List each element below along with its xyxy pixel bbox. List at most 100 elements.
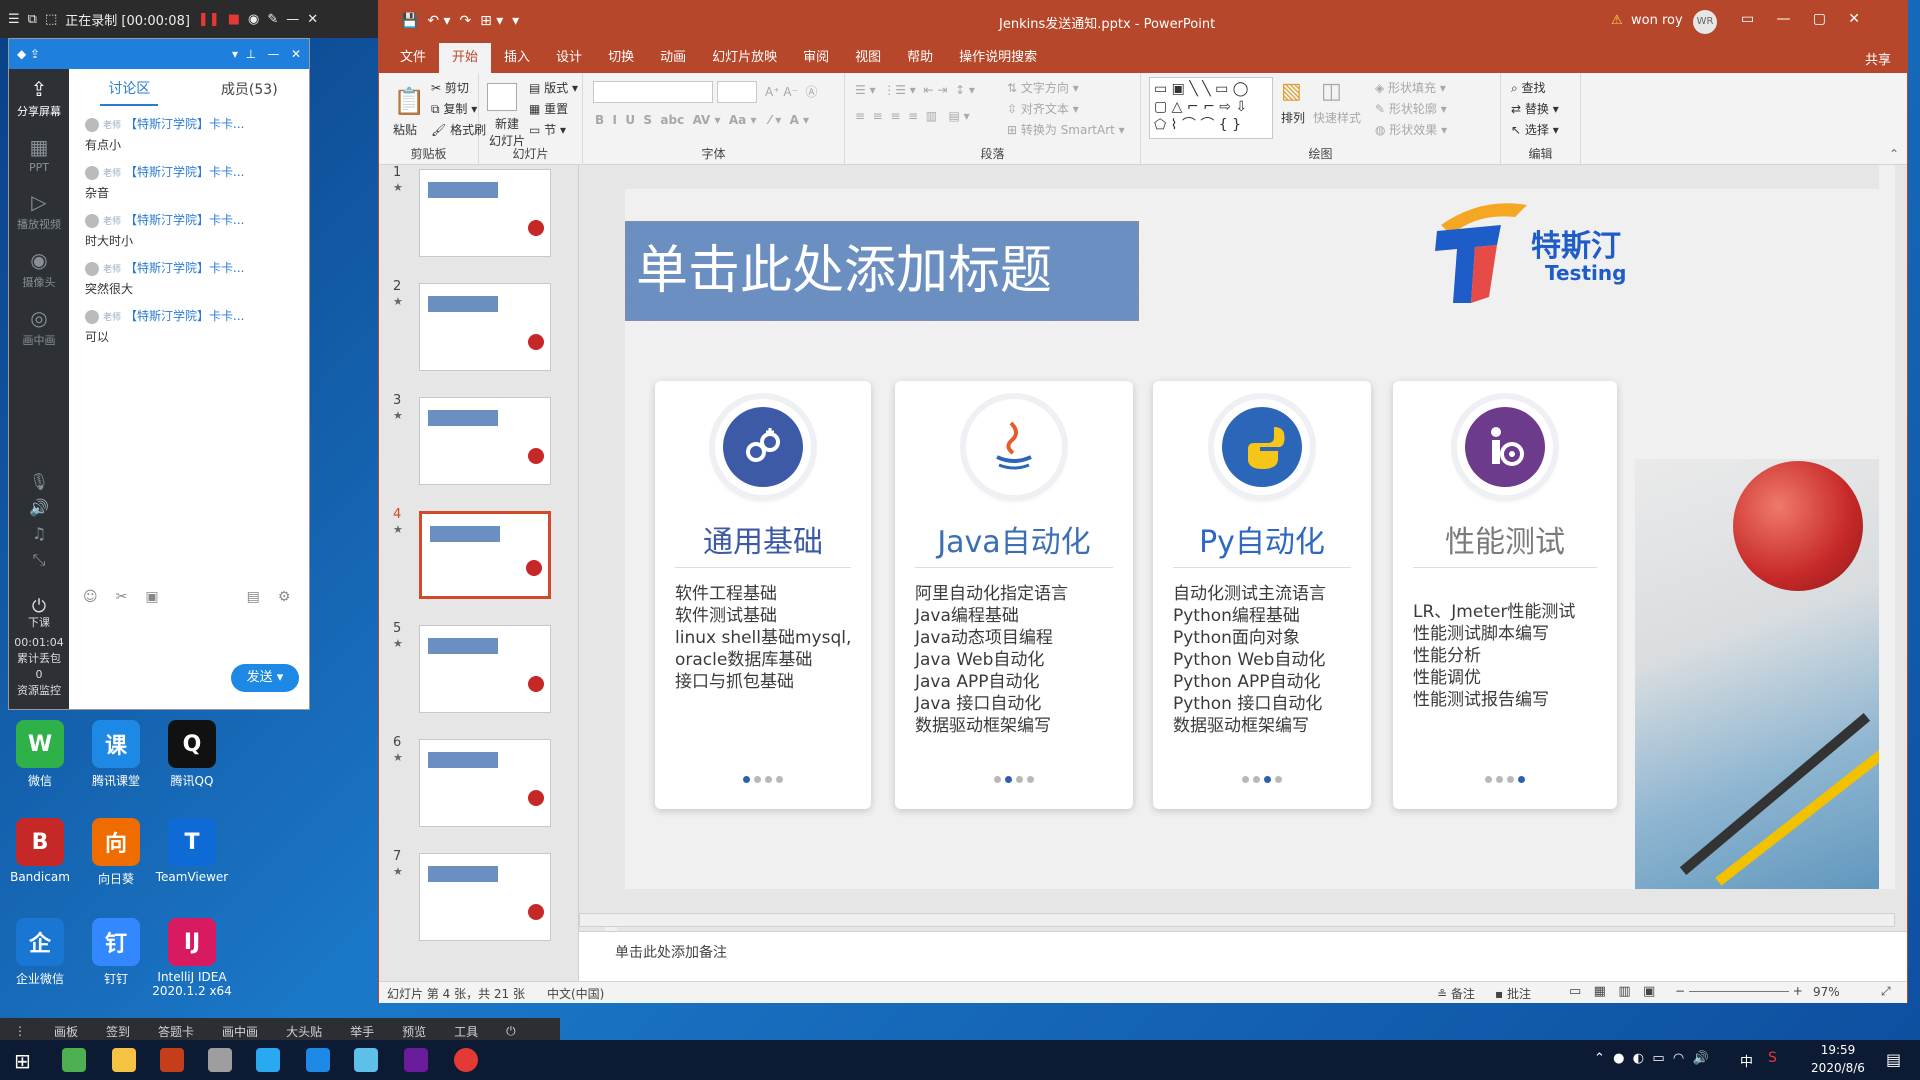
ribbon-tab[interactable]: 开始 xyxy=(439,43,492,73)
ribbon-tab[interactable]: 动画 xyxy=(647,43,699,73)
camera-icon[interactable]: ◉ xyxy=(248,12,259,27)
notification-icon[interactable]: ▤ xyxy=(1886,1050,1901,1069)
paste-icon[interactable]: 📋 xyxy=(393,87,425,117)
cut-button[interactable]: ✂ 剪切 xyxy=(431,79,469,96)
slide-thumbnail[interactable] xyxy=(419,511,551,599)
end-class-icon[interactable]: ⏻ xyxy=(9,598,69,616)
tray-icons[interactable]: ⌃ ● ◐ ▭ ◠ 🔊 xyxy=(1594,1051,1709,1066)
ribbon-tab[interactable]: 切换 xyxy=(595,43,647,73)
share-button[interactable]: 共享 xyxy=(1865,49,1907,68)
classroom-tool[interactable]: ▦ PPT xyxy=(9,127,69,182)
list-icons[interactable]: ☰ ▾ ⋮☰ ▾ ⇤ ⇥ ↕ ▾ xyxy=(855,83,975,97)
align-text-button[interactable]: ⇳ 对齐文本 ▾ xyxy=(1007,100,1079,117)
user-name[interactable]: won roy xyxy=(1631,13,1683,28)
desktop-icon[interactable]: B Bandicam xyxy=(0,818,80,884)
desktop-icon[interactable]: Q 腾讯QQ xyxy=(152,720,232,789)
ribbon-tab[interactable]: 插入 xyxy=(491,43,543,73)
text-direction-button[interactable]: ⇅ 文字方向 ▾ xyxy=(1007,79,1079,96)
window-icon[interactable]: ⧉ xyxy=(28,12,37,27)
view-buttons[interactable]: ▭ ▦ ▥ ▣ xyxy=(1569,984,1655,999)
sender-name[interactable]: 【特斯汀学院】卡卡... xyxy=(125,309,244,323)
ribbon-tab[interactable]: 视图 xyxy=(842,43,894,73)
powerpoint-icon[interactable] xyxy=(160,1048,184,1072)
sender-name[interactable]: 【特斯汀学院】卡卡... xyxy=(125,261,244,275)
ribbon-tab[interactable]: 设计 xyxy=(543,43,595,73)
classroom-tool[interactable]: ⇪ 分享屏幕 xyxy=(9,69,69,127)
close-icon[interactable]: ✕ xyxy=(307,12,318,27)
find-button[interactable]: ⌕ 查找 xyxy=(1511,79,1546,96)
classroom-tool[interactable]: ▷ 播放视频 xyxy=(9,182,69,240)
menu-icon[interactable]: ☰ xyxy=(8,12,20,27)
window-controls[interactable]: ▭ — ▢ ✕ xyxy=(1741,11,1860,27)
section-button[interactable]: ▭ 节 ▾ xyxy=(529,121,566,138)
desktop-icon[interactable]: 向向日葵 xyxy=(76,818,156,887)
slide-thumbnail[interactable] xyxy=(419,283,551,371)
shapes-gallery[interactable]: ▭ ▣ ╲ ╲ ▭ ◯ ▢ △ ⌐ ⌐ ⇨ ⇩ ⬠ ⌇ ⌒ ⌒ { } xyxy=(1149,77,1273,139)
desktop-icon[interactable]: 课腾讯课堂 xyxy=(76,720,156,789)
classbar-item[interactable]: 签到 xyxy=(92,1023,144,1040)
sender-name[interactable]: 【特斯汀学院】卡卡... xyxy=(125,165,244,179)
quick-access-toolbar[interactable]: 💾 ↶ ▾ ↷ ⊞ ▾ ▾ xyxy=(401,13,519,29)
layout-button[interactable]: ▤ 版式 ▾ xyxy=(529,79,578,96)
bandicam-icon[interactable] xyxy=(454,1048,478,1072)
sender-name[interactable]: 【特斯汀学院】卡卡... xyxy=(125,117,244,131)
slide-thumbnail[interactable] xyxy=(419,397,551,485)
classbar-item[interactable]: 答题卡 xyxy=(144,1023,208,1040)
zoom-level[interactable]: 97% xyxy=(1813,985,1840,999)
speaker-icon[interactable]: 🔊 xyxy=(9,495,69,521)
tab-discussion[interactable]: 讨论区 xyxy=(100,72,159,106)
ribbon-tab[interactable]: 操作说明搜索 xyxy=(946,43,1050,73)
ribbon-tab[interactable]: 审阅 xyxy=(790,43,842,73)
course-card[interactable]: Java自动化 阿里自动化指定语言 Java编程基础 Java动态项目编程 Java W… xyxy=(895,381,1133,809)
sogou-icon[interactable]: S xyxy=(1768,1050,1777,1066)
course-card[interactable]: Py自动化 自动化测试主流语言 Python编程基础 Python面向对象 Python… xyxy=(1153,381,1371,809)
desktop-icon[interactable]: W 微信 xyxy=(0,720,80,789)
slide-title-placeholder[interactable]: 单击此处添加标题 xyxy=(625,221,1139,321)
send-button[interactable]: 发送 ▾ xyxy=(231,664,299,692)
classbar-item[interactable]: 画中画 xyxy=(208,1023,272,1040)
quick-styles-button[interactable]: 快速样式 xyxy=(1313,109,1361,126)
window-controls[interactable]: ▾ ⊥ — ✕ xyxy=(232,47,301,61)
format-painter-button[interactable]: 🖌 格式刷 xyxy=(431,121,486,138)
copy-button[interactable]: ⧉ 复制 ▾ xyxy=(431,100,477,117)
end-class-label[interactable]: 下课 xyxy=(9,615,69,631)
language[interactable]: 中文(中国) xyxy=(547,985,604,1002)
font-name-box[interactable] xyxy=(593,81,713,103)
font-size-box[interactable] xyxy=(717,81,757,103)
intellij-icon[interactable] xyxy=(404,1048,428,1072)
collapse-ribbon-icon[interactable]: ⌃ xyxy=(1889,147,1899,161)
dingtalk-icon[interactable] xyxy=(354,1048,378,1072)
emoji-icon[interactable]: ☺ xyxy=(83,589,98,613)
new-slide-icon[interactable] xyxy=(487,83,517,111)
desktop-icon[interactable]: 企企业微信 xyxy=(0,918,80,987)
desktop-icon[interactable]: T TeamViewer xyxy=(152,818,232,884)
shape-outline-button[interactable]: ✎ 形状轮廓 ▾ xyxy=(1375,100,1447,117)
shape-effects-button[interactable]: ◍ 形状效果 ▾ xyxy=(1375,121,1447,138)
audio-controls[interactable]: 🎙 🔊 ♫ ⤡ xyxy=(9,469,69,573)
pen-icon[interactable]: ✎ xyxy=(267,12,278,27)
horizontal-scrollbar[interactable] xyxy=(579,913,1895,927)
region-icon[interactable]: ⬚ xyxy=(45,12,57,27)
image-icon[interactable]: ▣ xyxy=(145,589,158,613)
pause-icon[interactable]: ❚❚ xyxy=(198,12,220,27)
classbar-item[interactable]: 画板 xyxy=(40,1023,92,1040)
new-slide-button[interactable]: 新建 幻灯片 xyxy=(489,115,525,149)
desktop-icon[interactable]: IJ IntelliJ IDEA 2020.1.2 x64 xyxy=(152,918,232,998)
classroom-tool[interactable]: ◎ 画中画 xyxy=(9,298,69,356)
tencent-class-icon[interactable] xyxy=(256,1048,280,1072)
settings-icon[interactable]: ⚙ xyxy=(278,589,291,613)
vertical-scrollbar[interactable] xyxy=(1879,165,1895,889)
mic-icon[interactable]: 🎙 xyxy=(9,469,69,495)
note-icon[interactable]: ▤ xyxy=(247,589,260,613)
slide-thumbnail[interactable] xyxy=(419,853,551,941)
fit-window-icon[interactable]: ⤢ xyxy=(1881,984,1891,999)
ribbon-tab[interactable]: 幻灯片放映 xyxy=(699,43,790,73)
font-format-icons[interactable]: B I U S abc AV ▾ Aa ▾ ⁄ ▾ A ▾ xyxy=(595,113,809,127)
ime-indicator[interactable]: 中 xyxy=(1740,1051,1753,1070)
windows-start-icon[interactable]: ⊞ xyxy=(14,1049,31,1073)
user-avatar[interactable]: WR xyxy=(1693,10,1717,34)
align-icons[interactable]: ≡ ≡ ≡ ≡ ▥ ▤ ▾ xyxy=(855,109,970,123)
music-icon[interactable]: ♫ xyxy=(9,521,69,547)
classbar-item[interactable]: 预览 xyxy=(388,1023,440,1040)
ribbon-tab[interactable]: 帮助 xyxy=(894,43,946,73)
